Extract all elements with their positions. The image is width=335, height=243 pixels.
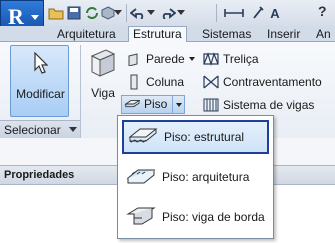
menu-item-label: Piso: viga de borda [162,210,265,224]
tab-estrutura[interactable]: Estrutura [128,26,187,43]
truss-label: Treliça [223,52,259,66]
select-panel-label[interactable]: Selecionar [4,123,61,137]
menu-item-label: Piso: arquitetura [162,170,250,184]
floor-button[interactable]: Piso [124,95,167,113]
undo-dropdown-icon[interactable] [147,5,155,21]
wall-button[interactable]: Parede [126,50,195,68]
architectural-floor-icon [126,163,156,191]
tab-sistemas[interactable]: Sistemas [198,27,255,43]
column-label: Coluna [146,75,185,89]
modify-button[interactable]: Modificar [10,45,69,117]
undo-icon[interactable] [130,5,146,21]
beam-icon[interactable] [88,48,118,85]
truss-icon [203,51,219,67]
column-icon [126,74,142,90]
menu-item-slab-edge[interactable]: Piso: viga de borda [122,200,269,234]
pin-icon[interactable] [250,5,266,21]
tab-inserir[interactable]: Inserir [263,27,304,43]
chevron-down-icon [31,15,39,20]
ribbon-tabs: Arquitetura Estrutura Sistemas Inserir A… [0,26,335,43]
floor-icon [124,96,140,112]
beam-system-button[interactable]: Sistema de vigas [203,96,314,114]
redo-icon[interactable] [160,5,176,21]
panel-divider [80,45,81,138]
slab-edge-icon [126,203,156,231]
chevron-down-icon[interactable] [176,103,182,107]
toolbar-separator [216,4,217,22]
beam-label[interactable]: Viga [88,86,118,100]
measure-icon[interactable] [224,5,244,21]
chevron-down-icon[interactable] [69,127,77,132]
save-icon[interactable] [66,5,82,21]
redo-dropdown-icon[interactable] [177,5,185,21]
structural-floor-icon [128,123,158,151]
wall-label: Parede [146,52,185,66]
beam-system-label: Sistema de vigas [223,98,315,112]
column-button[interactable]: Coluna [126,73,184,91]
text-icon[interactable]: A [268,5,282,21]
menu-item-architectural-floor[interactable]: Piso: arquitetura [122,160,269,194]
beam-system-icon [203,97,219,113]
wall-icon [126,51,142,67]
truss-button[interactable]: Treliça [203,50,259,68]
menu-item-label: Piso: estrutural [164,130,245,144]
split-divider [172,96,173,113]
tab-an[interactable]: An [312,27,335,43]
brace-label: Contraventamento [223,75,322,89]
cursor-arrow-icon [34,51,49,77]
brace-icon [203,74,219,90]
chevron-down-icon[interactable] [114,5,122,21]
floor-label: Piso [144,97,168,111]
tab-arquitetura[interactable]: Arquitetura [53,27,120,43]
open-folder-icon[interactable] [48,5,64,21]
menu-item-structural-floor[interactable]: Piso: estrutural [122,120,269,154]
help-icon[interactable]: ? [318,3,334,22]
floor-dropdown-menu: Piso: estrutural Piso: arquitetura Piso:… [117,115,274,239]
toolbar-separator [126,4,127,22]
chevron-down-icon[interactable] [188,57,195,61]
quick-access-toolbar: R A ? [0,0,335,38]
sync-icon[interactable] [84,5,100,21]
modify-label: Modificar [16,87,65,101]
properties-label: Propriedades [4,169,75,181]
brace-button[interactable]: Contraventamento [203,73,322,91]
